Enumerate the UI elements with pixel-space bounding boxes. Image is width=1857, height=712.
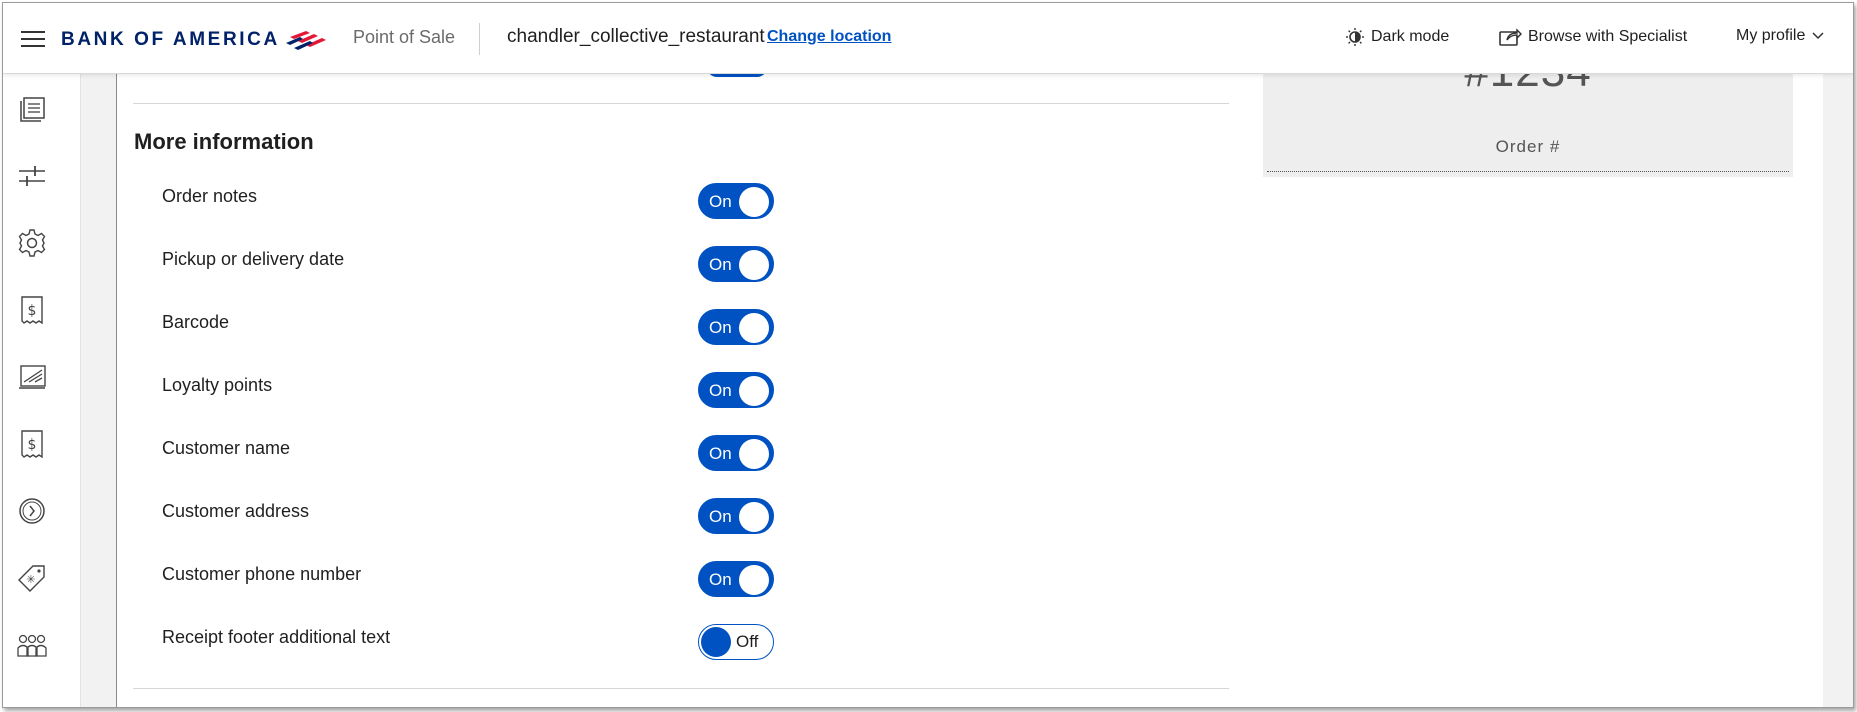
- reports-icon[interactable]: [17, 362, 47, 392]
- customer-name-toggle[interactable]: On: [698, 435, 774, 471]
- dark-mode-toggle[interactable]: Dark mode: [1345, 27, 1449, 47]
- orders-icon[interactable]: [17, 94, 47, 124]
- sliders-icon[interactable]: [17, 161, 47, 191]
- right-gutter: [1823, 73, 1853, 707]
- toggle-state: On: [709, 318, 732, 337]
- gear-icon[interactable]: [17, 228, 47, 258]
- svg-text:$: $: [28, 437, 37, 453]
- section-divider-bottom: [133, 688, 1229, 689]
- contrast-icon: [1346, 28, 1364, 46]
- change-location-link[interactable]: Change location: [767, 28, 891, 46]
- pickup-delivery-date-toggle[interactable]: On: [698, 246, 774, 282]
- clock-icon[interactable]: [17, 496, 47, 526]
- chevron-down-icon: [1812, 32, 1824, 40]
- browse-specialist-label: Browse with Specialist: [1528, 28, 1688, 45]
- toggle-state: On: [709, 570, 732, 589]
- customers-icon[interactable]: [17, 630, 47, 660]
- header-divider: [479, 23, 480, 55]
- my-profile-menu[interactable]: My profile: [1736, 27, 1831, 45]
- tag-icon[interactable]: ✳: [17, 563, 47, 593]
- toggle-knob: [701, 627, 731, 657]
- receipt-dollar-icon[interactable]: $: [17, 295, 47, 325]
- app-window: BANK OF AMERICA Point of Sale chandler_c…: [2, 2, 1854, 708]
- toggle-state: On: [709, 255, 732, 274]
- barcode-toggle[interactable]: On: [698, 309, 774, 345]
- toggle-state: On: [709, 192, 732, 211]
- customer-address-toggle[interactable]: On: [698, 498, 774, 534]
- invoice-dollar-icon[interactable]: $: [17, 429, 47, 459]
- setting-label-order-notes: Order notes: [162, 186, 258, 206]
- toggle-state: Off: [736, 632, 759, 651]
- location-name: chandler_collective_restaurant: [507, 26, 765, 47]
- loyalty-points-toggle[interactable]: On: [698, 372, 774, 408]
- receipt-footer-text-toggle[interactable]: Off: [698, 624, 774, 660]
- svg-text:✳: ✳: [26, 573, 35, 586]
- my-profile-label: My profile: [1736, 27, 1806, 44]
- toggle-knob: [739, 313, 769, 343]
- share-screen-icon: [1499, 28, 1522, 46]
- setting-label-customer-address: Customer address: [162, 501, 310, 521]
- setting-label-receipt-footer-text: Receipt footer additional text: [162, 627, 391, 647]
- order-notes-toggle[interactable]: On: [698, 183, 774, 219]
- dark-mode-label: Dark mode: [1371, 28, 1450, 45]
- top-bar: BANK OF AMERICA Point of Sale chandler_c…: [3, 3, 1853, 74]
- toggle-state: On: [709, 444, 732, 463]
- order-number-card: #1234 Order #: [1263, 47, 1793, 177]
- setting-label-loyalty-points: Loyalty points: [162, 375, 273, 395]
- left-gutter: [81, 73, 116, 707]
- customer-phone-number-toggle[interactable]: On: [698, 561, 774, 597]
- order-number-label: Order #: [1495, 137, 1561, 156]
- brand-logo[interactable]: BANK OF AMERICA: [61, 27, 328, 53]
- setting-label-customer-name: Customer name: [162, 438, 291, 458]
- toggle-state: On: [709, 381, 732, 400]
- setting-label-customer-phone-number: Customer phone number: [162, 564, 362, 584]
- toggle-knob: [739, 376, 769, 406]
- browse-specialist-button[interactable]: Browse with Specialist: [1498, 27, 1687, 47]
- sidebar-nav: $ $ ✳: [3, 73, 81, 707]
- svg-text:$: $: [28, 303, 37, 319]
- toggle-state: On: [709, 507, 732, 526]
- app-name: Point of Sale: [353, 27, 456, 47]
- toggle-knob: [739, 439, 769, 469]
- section-title: More information: [134, 129, 314, 154]
- receipt-settings-panel: More information Order notes On Pickup o…: [116, 67, 1244, 707]
- setting-label-barcode: Barcode: [162, 312, 230, 332]
- order-dotted-rule: [1267, 171, 1789, 172]
- toggle-knob: [739, 187, 769, 217]
- hamburger-menu-icon[interactable]: [21, 31, 45, 49]
- setting-label-pickup-delivery-date: Pickup or delivery date: [162, 249, 345, 269]
- toggle-knob: [739, 502, 769, 532]
- toggle-knob: [739, 250, 769, 280]
- brand-name: BANK OF AMERICA: [61, 29, 280, 50]
- receipt-preview: #1234 Order #: [1243, 47, 1823, 707]
- toggle-knob: [739, 565, 769, 595]
- flag-logo-icon: [285, 31, 326, 50]
- section-divider-top: [133, 103, 1229, 104]
